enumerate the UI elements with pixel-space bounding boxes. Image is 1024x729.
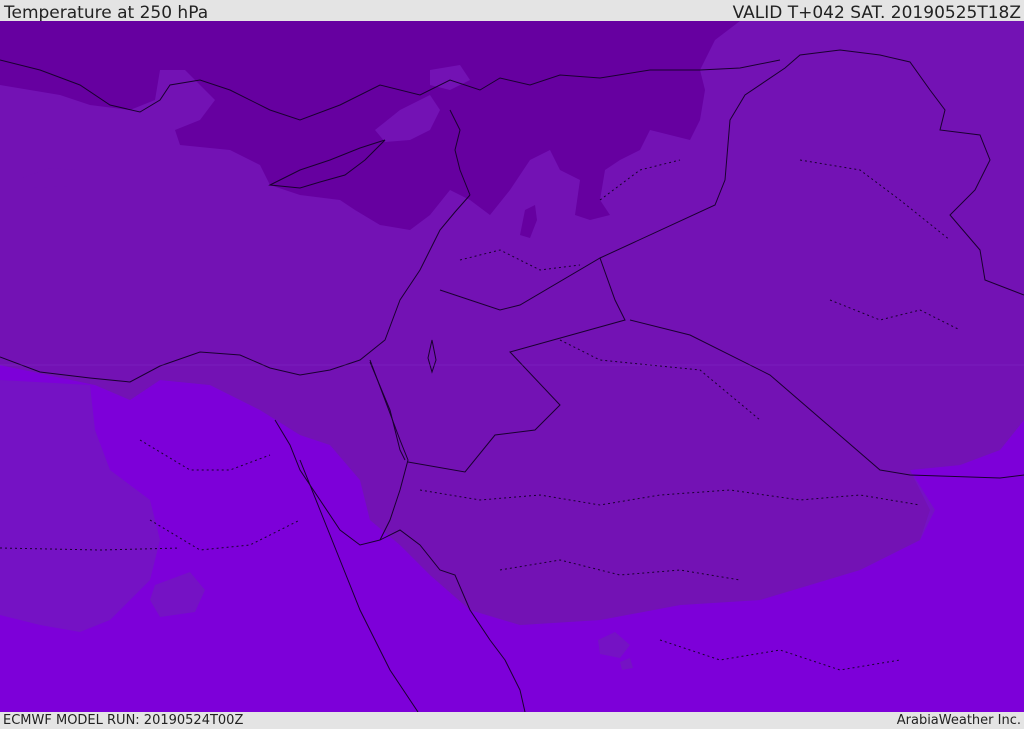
brand-label: ArabiaWeather Inc. — [896, 713, 1021, 728]
temperature-map[interactable] — [0, 21, 1024, 712]
footer-bar: ECMWF MODEL RUN: 20190524T00Z ArabiaWeat… — [0, 712, 1024, 729]
valid-time: VALID T+042 SAT. 20190525T18Z — [732, 3, 1021, 23]
model-run-label: ECMWF MODEL RUN: 20190524T00Z — [3, 713, 244, 728]
header-bar: Temperature at 250 hPa VALID T+042 SAT. … — [0, 0, 1024, 23]
map-title: Temperature at 250 hPa — [4, 3, 209, 23]
